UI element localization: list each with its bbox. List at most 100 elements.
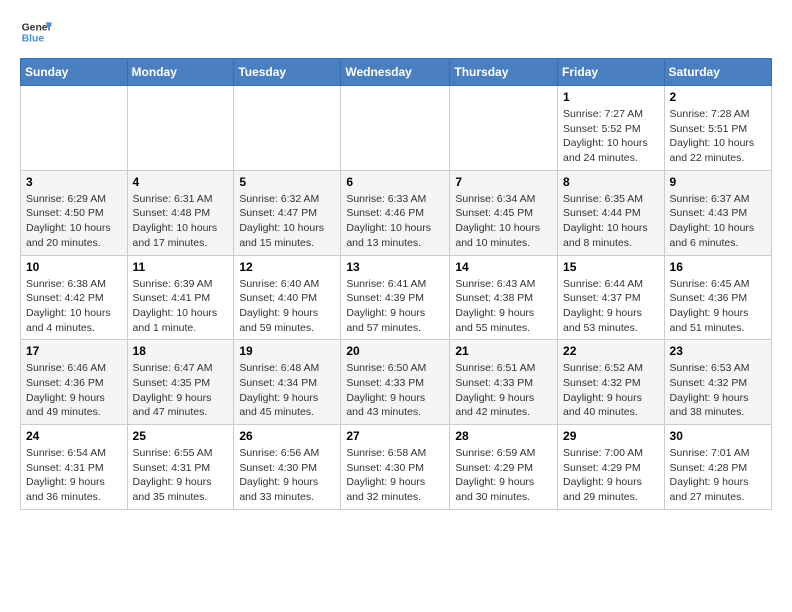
calendar-day-18: 18 Sunrise: 6:47 AM Sunset: 4:35 PM Dayli… — [127, 340, 234, 425]
weekday-header-saturday: Saturday — [664, 59, 771, 86]
calendar-day-14: 14Sunrise: 6:43 AM Sunset: 4:38 PM Dayli… — [450, 255, 558, 340]
calendar-day-22: 22 Sunrise: 6:52 AM Sunset: 4:32 PM Dayli… — [558, 340, 665, 425]
logo: General Blue — [20, 16, 52, 48]
day-number: 26 — [239, 429, 335, 443]
calendar-day-12: 12 Sunrise: 6:40 AM Sunset: 4:40 PM Dayli… — [234, 255, 341, 340]
calendar-day-1: 1 Sunrise: 7:27 AM Sunset: 5:52 PM Daylig… — [558, 86, 665, 171]
calendar-day-7: 7 Sunrise: 6:34 AM Sunset: 4:45 PM Daylig… — [450, 170, 558, 255]
day-info: Sunrise: 6:55 AM Sunset: 4:31 PM Dayligh… — [133, 446, 229, 505]
calendar-day-9: 9 Sunrise: 6:37 AM Sunset: 4:43 PM Daylig… — [664, 170, 771, 255]
calendar-day-26: 26 Sunrise: 6:56 AM Sunset: 4:30 PM Dayli… — [234, 425, 341, 510]
day-info: Sunrise: 6:58 AM Sunset: 4:30 PM Dayligh… — [346, 446, 444, 505]
day-number: 22 — [563, 344, 659, 358]
calendar-day-13: 13Sunrise: 6:41 AM Sunset: 4:39 PM Dayli… — [341, 255, 450, 340]
calendar-empty-cell — [234, 86, 341, 171]
day-info: Sunrise: 7:00 AM Sunset: 4:29 PM Dayligh… — [563, 446, 659, 505]
day-number: 18 — [133, 344, 229, 358]
day-info: Sunrise: 6:53 AM Sunset: 4:32 PM Dayligh… — [670, 361, 766, 420]
day-info: Sunrise: 6:33 AM Sunset: 4:46 PM Dayligh… — [346, 192, 444, 251]
day-number: 12 — [239, 260, 335, 274]
day-info: Sunrise: 6:40 AM Sunset: 4:40 PM Dayligh… — [239, 277, 335, 336]
day-number: 29 — [563, 429, 659, 443]
day-number: 23 — [670, 344, 766, 358]
day-info: Sunrise: 6:50 AM Sunset: 4:33 PM Dayligh… — [346, 361, 444, 420]
weekday-header-tuesday: Tuesday — [234, 59, 341, 86]
day-info: Sunrise: 6:45 AM Sunset: 4:36 PM Dayligh… — [670, 277, 766, 336]
day-info: Sunrise: 6:52 AM Sunset: 4:32 PM Dayligh… — [563, 361, 659, 420]
day-info: Sunrise: 6:47 AM Sunset: 4:35 PM Dayligh… — [133, 361, 229, 420]
weekday-header-monday: Monday — [127, 59, 234, 86]
calendar-week-row: 1 Sunrise: 7:27 AM Sunset: 5:52 PM Daylig… — [21, 86, 772, 171]
calendar-week-row: 24 Sunrise: 6:54 AM Sunset: 4:31 PM Dayli… — [21, 425, 772, 510]
day-info: Sunrise: 7:28 AM Sunset: 5:51 PM Dayligh… — [670, 107, 766, 166]
calendar-day-20: 20 Sunrise: 6:50 AM Sunset: 4:33 PM Dayli… — [341, 340, 450, 425]
calendar-empty-cell — [127, 86, 234, 171]
day-info: Sunrise: 6:43 AM Sunset: 4:38 PM Dayligh… — [455, 277, 552, 336]
day-number: 1 — [563, 90, 659, 104]
day-number: 24 — [26, 429, 122, 443]
calendar-day-27: 27 Sunrise: 6:58 AM Sunset: 4:30 PM Dayli… — [341, 425, 450, 510]
day-info: Sunrise: 7:01 AM Sunset: 4:28 PM Dayligh… — [670, 446, 766, 505]
day-info: Sunrise: 6:31 AM Sunset: 4:48 PM Dayligh… — [133, 192, 229, 251]
calendar-day-2: 2 Sunrise: 7:28 AM Sunset: 5:51 PM Daylig… — [664, 86, 771, 171]
day-info: Sunrise: 6:56 AM Sunset: 4:30 PM Dayligh… — [239, 446, 335, 505]
weekday-header-wednesday: Wednesday — [341, 59, 450, 86]
day-number: 30 — [670, 429, 766, 443]
day-number: 15 — [563, 260, 659, 274]
day-number: 28 — [455, 429, 552, 443]
day-number: 8 — [563, 175, 659, 189]
calendar-day-24: 24 Sunrise: 6:54 AM Sunset: 4:31 PM Dayli… — [21, 425, 128, 510]
svg-text:Blue: Blue — [22, 34, 45, 45]
calendar-empty-cell — [450, 86, 558, 171]
day-info: Sunrise: 6:48 AM Sunset: 4:34 PM Dayligh… — [239, 361, 335, 420]
calendar-day-23: 23 Sunrise: 6:53 AM Sunset: 4:32 PM Dayli… — [664, 340, 771, 425]
day-info: Sunrise: 7:27 AM Sunset: 5:52 PM Dayligh… — [563, 107, 659, 166]
weekday-header-thursday: Thursday — [450, 59, 558, 86]
calendar-day-5: 5 Sunrise: 6:32 AM Sunset: 4:47 PM Daylig… — [234, 170, 341, 255]
day-number: 5 — [239, 175, 335, 189]
day-number: 16 — [670, 260, 766, 274]
calendar-empty-cell — [341, 86, 450, 171]
calendar-day-28: 28 Sunrise: 6:59 AM Sunset: 4:29 PM Dayli… — [450, 425, 558, 510]
calendar-day-16: 16 Sunrise: 6:45 AM Sunset: 4:36 PM Dayli… — [664, 255, 771, 340]
calendar-week-row: 17Sunrise: 6:46 AM Sunset: 4:36 PM Dayli… — [21, 340, 772, 425]
day-number: 9 — [670, 175, 766, 189]
day-number: 7 — [455, 175, 552, 189]
day-info: Sunrise: 6:32 AM Sunset: 4:47 PM Dayligh… — [239, 192, 335, 251]
day-info: Sunrise: 6:51 AM Sunset: 4:33 PM Dayligh… — [455, 361, 552, 420]
day-number: 20 — [346, 344, 444, 358]
day-number: 6 — [346, 175, 444, 189]
day-info: Sunrise: 6:59 AM Sunset: 4:29 PM Dayligh… — [455, 446, 552, 505]
day-number: 27 — [346, 429, 444, 443]
day-number: 17 — [26, 344, 122, 358]
day-info: Sunrise: 6:34 AM Sunset: 4:45 PM Dayligh… — [455, 192, 552, 251]
weekday-header-sunday: Sunday — [21, 59, 128, 86]
page-header: General Blue — [20, 16, 772, 48]
calendar-week-row: 10 Sunrise: 6:38 AM Sunset: 4:42 PM Dayli… — [21, 255, 772, 340]
day-info: Sunrise: 6:35 AM Sunset: 4:44 PM Dayligh… — [563, 192, 659, 251]
day-info: Sunrise: 6:29 AM Sunset: 4:50 PM Dayligh… — [26, 192, 122, 251]
day-info: Sunrise: 6:37 AM Sunset: 4:43 PM Dayligh… — [670, 192, 766, 251]
day-info: Sunrise: 6:54 AM Sunset: 4:31 PM Dayligh… — [26, 446, 122, 505]
weekday-header-friday: Friday — [558, 59, 665, 86]
day-info: Sunrise: 6:38 AM Sunset: 4:42 PM Dayligh… — [26, 277, 122, 336]
calendar-day-19: 19 Sunrise: 6:48 AM Sunset: 4:34 PM Dayli… — [234, 340, 341, 425]
calendar-day-11: 11Sunrise: 6:39 AM Sunset: 4:41 PM Dayli… — [127, 255, 234, 340]
calendar-empty-cell — [21, 86, 128, 171]
day-number: 10 — [26, 260, 122, 274]
calendar-day-4: 4 Sunrise: 6:31 AM Sunset: 4:48 PM Daylig… — [127, 170, 234, 255]
calendar-day-10: 10 Sunrise: 6:38 AM Sunset: 4:42 PM Dayli… — [21, 255, 128, 340]
day-number: 4 — [133, 175, 229, 189]
day-number: 25 — [133, 429, 229, 443]
day-number: 11 — [133, 260, 229, 274]
calendar-day-17: 17Sunrise: 6:46 AM Sunset: 4:36 PM Dayli… — [21, 340, 128, 425]
calendar-day-29: 29 Sunrise: 7:00 AM Sunset: 4:29 PM Dayli… — [558, 425, 665, 510]
logo-icon: General Blue — [20, 16, 52, 48]
calendar-table: SundayMondayTuesdayWednesdayThursdayFrid… — [20, 58, 772, 510]
day-info: Sunrise: 6:41 AM Sunset: 4:39 PM Dayligh… — [346, 277, 444, 336]
calendar-day-30: 30 Sunrise: 7:01 AM Sunset: 4:28 PM Dayli… — [664, 425, 771, 510]
calendar-week-row: 3Sunrise: 6:29 AM Sunset: 4:50 PM Daylig… — [21, 170, 772, 255]
day-number: 2 — [670, 90, 766, 104]
day-number: 19 — [239, 344, 335, 358]
calendar-day-6: 6 Sunrise: 6:33 AM Sunset: 4:46 PM Daylig… — [341, 170, 450, 255]
